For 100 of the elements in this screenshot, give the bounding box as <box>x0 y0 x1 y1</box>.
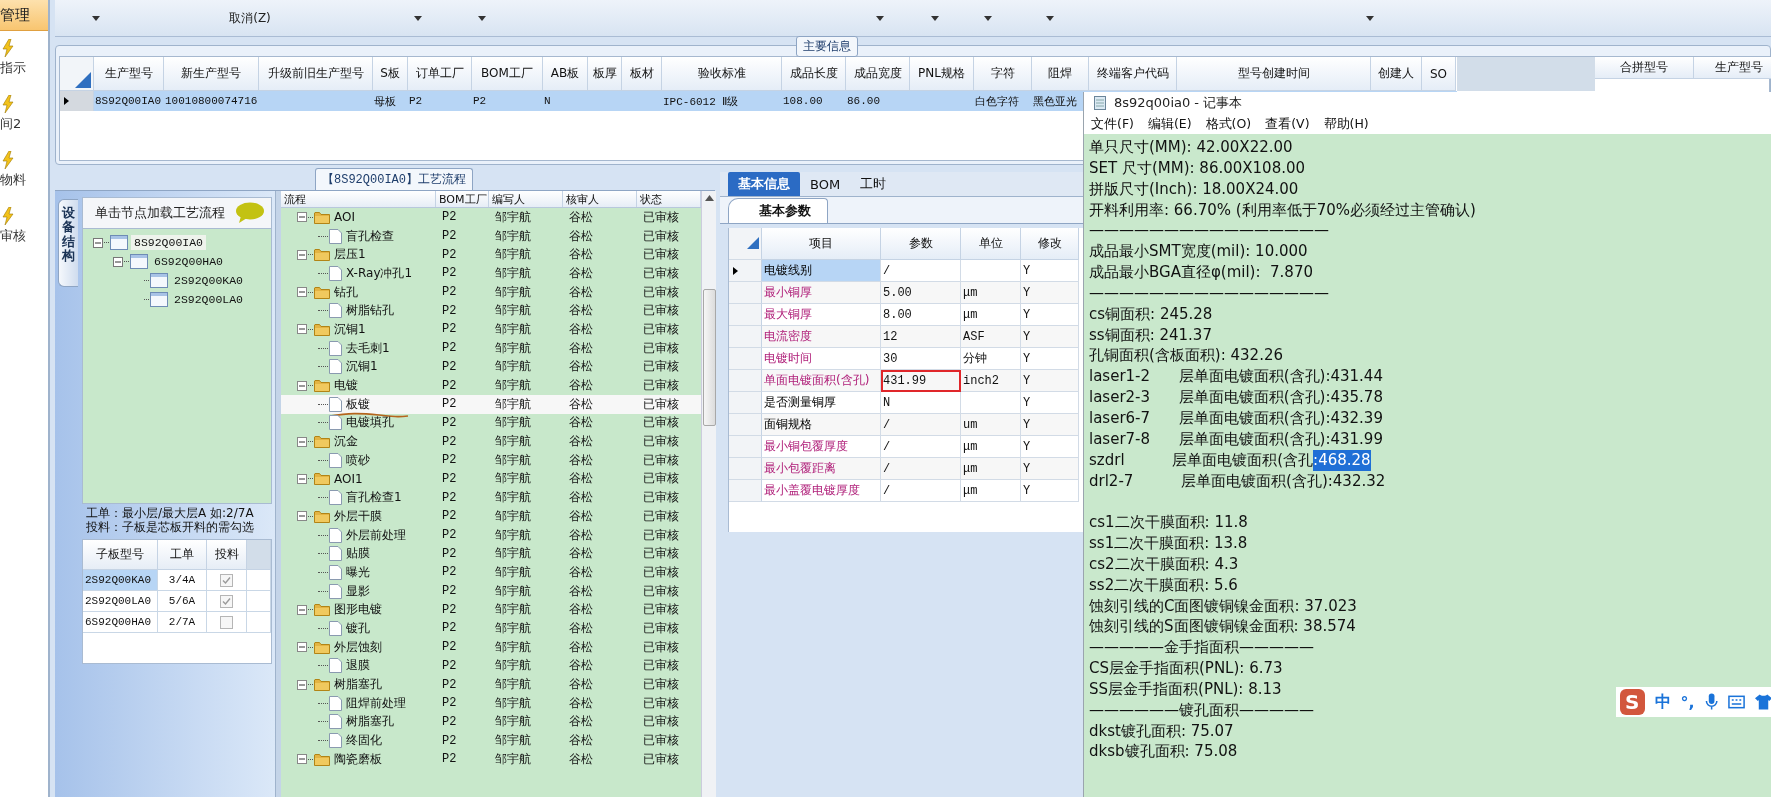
table-cell[interactable]: 最小盖覆电镀厚度 <box>762 480 881 502</box>
table-cell[interactable]: 电流密度 <box>762 326 881 348</box>
punctuation-toggle[interactable]: °, <box>1680 692 1695 712</box>
tree-node[interactable]: 8S92Q00IA0 <box>131 235 206 250</box>
sidebar-item[interactable]: 管理 <box>0 0 48 31</box>
tree-node[interactable]: 6S92Q00HA0 <box>151 254 226 269</box>
tree-row[interactable]: 盲孔检查1 P2 邹宇航 谷松 已审核 <box>281 488 701 507</box>
collapse-icon[interactable] <box>93 237 103 248</box>
tree-row[interactable]: 沉铜1 P2 邹宇航 谷松 已审核 <box>281 320 701 339</box>
ime-logo[interactable]: S <box>1620 689 1645 715</box>
tree-row[interactable]: X-Ray冲孔1 P2 邹宇航 谷松 已审核 <box>281 264 701 283</box>
scrollbar[interactable] <box>701 191 716 797</box>
menu-item[interactable]: 编辑(E) <box>1147 115 1192 133</box>
checkbox[interactable] <box>220 594 233 608</box>
table-cell[interactable]: 面铜规格 <box>762 414 881 436</box>
tree-node[interactable]: 2S92Q00LA0 <box>171 292 246 307</box>
table-cell[interactable]: 2S92Q00KA0 <box>83 570 158 591</box>
column-header[interactable]: 终端客户代码 <box>1089 57 1177 91</box>
collapse-icon[interactable] <box>113 256 123 267</box>
column-header[interactable]: PNL规格 <box>910 57 974 91</box>
column-header[interactable]: 板材 <box>622 57 662 91</box>
tree-row[interactable]: 外层干膜 P2 邹宇航 谷松 已审核 <box>281 507 701 526</box>
table-cell[interactable]: 2S92Q00LA0 <box>83 591 158 612</box>
tree-row[interactable]: 沉铜1 P2 邹宇航 谷松 已审核 <box>281 357 701 377</box>
sidebar-item[interactable]: 指示 <box>0 59 26 77</box>
column-header[interactable]: 参数 <box>881 228 961 260</box>
collapse-icon[interactable] <box>297 380 307 391</box>
column-header[interactable]: 成品宽度 <box>846 57 910 91</box>
menu-item[interactable]: 查看(V) <box>1265 115 1310 133</box>
column-header[interactable]: 流程 <box>281 191 436 207</box>
column-header[interactable]: 单位 <box>961 228 1021 260</box>
column-header[interactable]: 核审人 <box>563 191 637 207</box>
column-header[interactable]: 子板型号 <box>83 540 158 570</box>
column-header[interactable]: 验收标准 <box>662 57 782 91</box>
column-header[interactable]: 字符 <box>974 57 1032 91</box>
menu-item[interactable]: 格式(O) <box>1205 115 1252 133</box>
table-cell[interactable]: 最小铜厚 <box>762 282 881 304</box>
table-cell[interactable]: 单面电镀面积(含孔) <box>762 370 881 392</box>
column-header[interactable]: 生产型号 <box>94 57 164 91</box>
table-cell[interactable]: 6S92Q00HA0 <box>83 612 158 633</box>
column-header[interactable]: 板厚 <box>588 57 622 91</box>
tree-row[interactable]: 钻孔 P2 邹宇航 谷松 已审核 <box>281 282 701 302</box>
column-header[interactable]: 项目 <box>762 228 881 260</box>
tab[interactable]: 工时 <box>850 172 897 196</box>
tree-row[interactable]: 外层前处理 P2 邹宇航 谷松 已审核 <box>281 525 701 545</box>
column-header[interactable]: 创建人 <box>1371 57 1422 91</box>
tree-row[interactable]: 陶瓷磨板 P2 邹宇航 谷松 已审核 <box>281 749 701 769</box>
sidebar-item[interactable]: 物料 <box>0 171 26 189</box>
tree-row[interactable]: 曝光 P2 邹宇航 谷松 已审核 <box>281 563 701 582</box>
column-header[interactable]: 生产型号 <box>1694 57 1771 79</box>
scroll-up-icon[interactable] <box>704 195 714 201</box>
tab[interactable]: 基本参数 <box>728 198 828 223</box>
collapse-icon[interactable] <box>297 604 307 615</box>
collapse-icon[interactable] <box>297 642 307 653</box>
tree-row[interactable]: 电镀 P2 邹宇航 谷松 已审核 <box>281 376 701 395</box>
collapse-icon[interactable] <box>297 249 307 260</box>
column-header[interactable]: BOM工厂 <box>472 57 543 91</box>
checkbox[interactable] <box>220 615 233 629</box>
row-header[interactable] <box>729 260 762 282</box>
column-header[interactable]: 合拼型号 <box>1595 57 1694 79</box>
tree-row[interactable]: AOI1 P2 邹宇航 谷松 已审核 <box>281 469 701 489</box>
column-header[interactable]: 投料 <box>207 540 247 570</box>
column-header[interactable]: 新生产型号 <box>164 57 259 91</box>
column-header[interactable]: AB板 <box>543 57 588 91</box>
tree-node[interactable]: 2S92Q00KA0 <box>171 273 246 288</box>
column-header[interactable]: 升级前旧生产型号 <box>259 57 373 91</box>
tree-row[interactable]: AOI P2 邹宇航 谷松 已审核 <box>281 208 701 227</box>
tree-row[interactable]: 贴膜 P2 邹宇航 谷松 已审核 <box>281 544 701 564</box>
input-mode-toggle[interactable]: 中 <box>1654 691 1671 713</box>
vertical-tab[interactable]: 设备结构 <box>58 199 78 287</box>
collapse-icon[interactable] <box>297 679 307 690</box>
tab[interactable]: 基本信息 <box>728 172 800 196</box>
tree-row[interactable]: 退膜 P2 邹宇航 谷松 已审核 <box>281 656 701 676</box>
column-header[interactable]: 工单 <box>158 540 207 570</box>
tree-row[interactable]: 盲孔检查 P2 邹宇航 谷松 已审核 <box>281 226 701 246</box>
column-header[interactable]: 阻焊 <box>1032 57 1089 91</box>
menu-item[interactable]: 帮助(H) <box>1323 115 1369 133</box>
collapse-icon[interactable] <box>297 212 307 223</box>
column-header[interactable]: S板 <box>373 57 408 91</box>
table-cell[interactable]: 电镀线别 <box>762 260 881 282</box>
column-header[interactable]: SO <box>1422 57 1456 91</box>
column-header[interactable]: 成品长度 <box>782 57 846 91</box>
microphone-icon[interactable] <box>1704 693 1718 711</box>
tree-row[interactable]: 外层蚀刻 P2 邹宇航 谷松 已审核 <box>281 637 701 657</box>
tree-row[interactable]: 树脂钻孔 P2 邹宇航 谷松 已审核 <box>281 301 701 321</box>
tree-row[interactable]: 阻焊前处理 P2 邹宇航 谷松 已审核 <box>281 693 701 713</box>
sidebar-item[interactable]: 间2 <box>0 115 22 133</box>
tree-row[interactable]: 沉金 P2 邹宇航 谷松 已审核 <box>281 432 701 451</box>
collapse-icon[interactable] <box>297 287 307 298</box>
column-header[interactable]: 型号创建时间 <box>1177 57 1371 91</box>
keyboard-icon[interactable] <box>1727 695 1745 709</box>
tree-row[interactable]: 显影 P2 邹宇航 谷松 已审核 <box>281 581 701 601</box>
sidebar-item[interactable]: 审核 <box>0 227 26 245</box>
scroll-thumb[interactable] <box>702 289 716 426</box>
tab[interactable]: BOM <box>800 172 851 196</box>
tree-row[interactable]: 镀孔 P2 邹宇航 谷松 已审核 <box>281 619 701 638</box>
collapse-icon[interactable] <box>297 436 307 447</box>
column-header[interactable]: BOM工厂 <box>436 191 489 207</box>
collapse-icon[interactable] <box>297 511 307 522</box>
tree-row[interactable]: 去毛刺1 P2 邹宇航 谷松 已审核 <box>281 338 701 358</box>
